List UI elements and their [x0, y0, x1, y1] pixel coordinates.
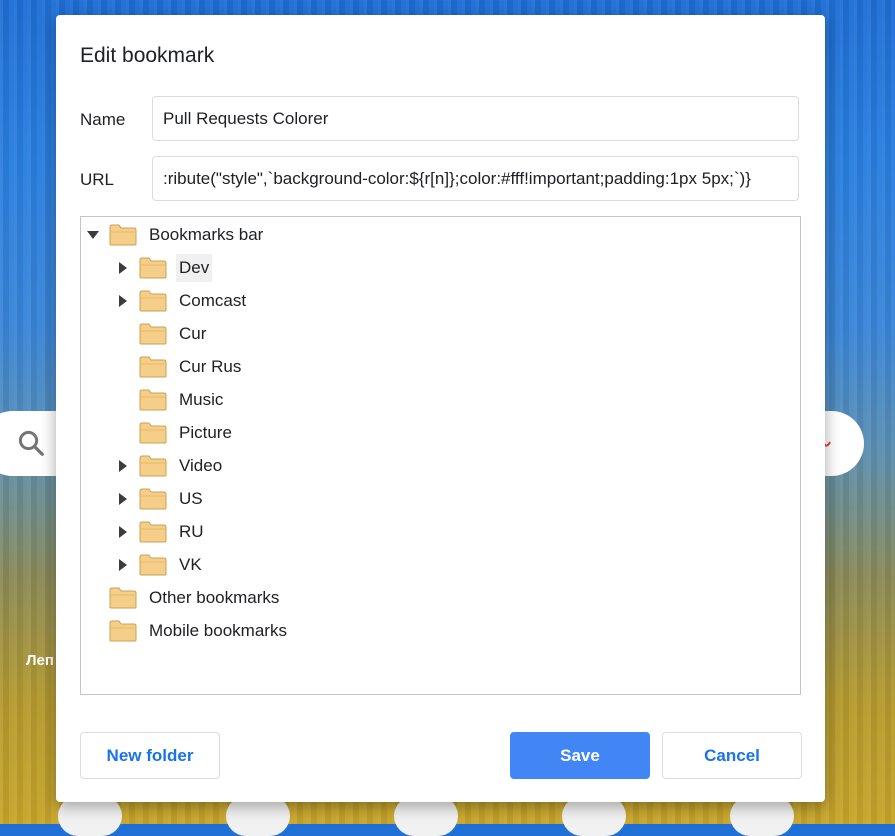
name-label: Name: [80, 110, 126, 129]
save-button[interactable]: Save: [510, 732, 650, 779]
tree-item-cur-rus[interactable]: Cur Rus: [115, 350, 244, 383]
folder-icon: [139, 389, 167, 411]
tree-item-video[interactable]: Video: [115, 449, 225, 482]
tree-item-picture[interactable]: Picture: [115, 416, 235, 449]
folder-tree[interactable]: Bookmarks bar Dev Comcast Cur Cur Rus Music Pi…: [80, 216, 801, 695]
name-field[interactable]: Pull Requests Colorer: [152, 96, 799, 141]
folder-icon: [139, 521, 167, 543]
background-shortcut-label: Леп: [26, 652, 54, 669]
background-shortcut-tile[interactable]: [730, 796, 794, 836]
folder-label: US: [179, 488, 203, 508]
expand-arrow-icon[interactable]: [85, 227, 101, 243]
collapse-arrow-icon[interactable]: [115, 458, 131, 474]
background-shortcut-tile[interactable]: [562, 796, 626, 836]
dialog-title: Edit bookmark: [80, 44, 215, 67]
folder-label: Music: [179, 389, 224, 409]
folder-label: Video: [179, 455, 223, 475]
new-folder-button[interactable]: New folder: [80, 732, 220, 779]
collapse-arrow-icon[interactable]: [115, 491, 131, 507]
background-shortcut-tile[interactable]: [226, 796, 290, 836]
tree-item-comcast[interactable]: Comcast: [115, 284, 249, 317]
folder-label: Comcast: [179, 290, 247, 310]
tree-item-dev[interactable]: Dev: [115, 251, 213, 284]
folder-icon: [139, 455, 167, 477]
tree-item-cur[interactable]: Cur: [115, 317, 209, 350]
url-label: URL: [80, 170, 115, 189]
tree-item-music[interactable]: Music: [115, 383, 226, 416]
folder-label: Bookmarks bar: [149, 224, 264, 244]
folder-icon: [109, 587, 137, 609]
background-shortcut-tile[interactable]: [58, 796, 122, 836]
tree-item-bookmarks-bar[interactable]: Bookmarks bar: [85, 218, 266, 251]
edit-bookmark-dialog: Edit bookmark Name Pull Requests Colorer…: [56, 15, 825, 802]
folder-label: Dev: [176, 253, 213, 282]
folder-icon: [139, 554, 167, 576]
tree-item-vk[interactable]: VK: [115, 548, 205, 581]
folder-icon: [139, 290, 167, 312]
folder-icon: [139, 488, 167, 510]
folder-icon: [109, 224, 137, 246]
collapse-arrow-icon[interactable]: [115, 293, 131, 309]
collapse-arrow-icon[interactable]: [115, 557, 131, 573]
folder-icon: [139, 323, 167, 345]
folder-label: Cur: [179, 323, 207, 343]
folder-icon: [109, 620, 137, 642]
folder-label: Picture: [179, 422, 232, 442]
folder-label: VK: [179, 554, 202, 574]
tree-item-other-bookmarks[interactable]: Other bookmarks: [85, 581, 282, 614]
tree-item-us[interactable]: US: [115, 482, 206, 515]
collapse-arrow-icon[interactable]: [115, 260, 131, 276]
tree-item-ru[interactable]: RU: [115, 515, 207, 548]
background-shortcut-tile[interactable]: [394, 796, 458, 836]
search-icon: [18, 430, 44, 456]
folder-label: Mobile bookmarks: [149, 620, 287, 640]
url-field[interactable]: :ribute("style",`background-color:${r[n]…: [152, 156, 799, 201]
folder-label: RU: [179, 521, 204, 541]
folder-icon: [139, 422, 167, 444]
cancel-button[interactable]: Cancel: [662, 732, 802, 779]
folder-label: Other bookmarks: [149, 587, 280, 607]
folder-label: Cur Rus: [179, 356, 242, 376]
tree-item-mobile-bookmarks[interactable]: Mobile bookmarks: [85, 614, 290, 647]
folder-icon: [139, 257, 167, 279]
collapse-arrow-icon[interactable]: [115, 524, 131, 540]
folder-icon: [139, 356, 167, 378]
